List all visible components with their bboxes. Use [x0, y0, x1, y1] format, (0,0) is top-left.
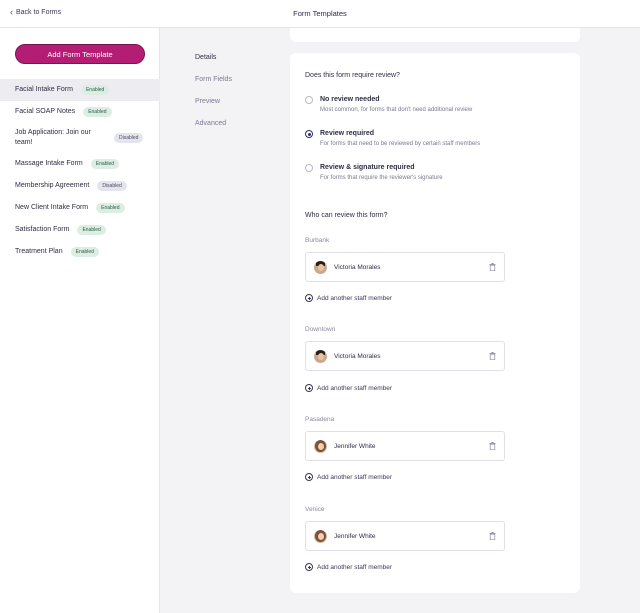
- avatar: [314, 350, 327, 363]
- status-badge: Enabled: [90, 159, 120, 169]
- option-description: For forms that require the reviewer's si…: [320, 175, 443, 181]
- sidebar-item-label: Treatment Plan: [15, 248, 63, 255]
- radio-review-signature[interactable]: [305, 164, 313, 172]
- add-staff-label: Add another staff member: [317, 294, 393, 302]
- sidebar-item-label: Facial SOAP Notes: [15, 108, 76, 115]
- add-staff-label: Add another staff member: [317, 563, 393, 571]
- sidebar-item-new-client-intake-form[interactable]: New Client Intake Form Enabled: [0, 197, 160, 219]
- sidebar-item-label: Satisfaction Form: [15, 226, 70, 233]
- who-can-review-question: Who can review this form?: [305, 212, 388, 219]
- option-title: Review & signature required: [320, 164, 415, 171]
- option-title: No review needed: [320, 96, 380, 103]
- add-staff-member-button[interactable]: Add another staff member: [305, 294, 392, 302]
- form-template-list: Facial Intake Form Enabled Facial SOAP N…: [0, 79, 160, 263]
- avatar: [314, 530, 327, 543]
- option-title: Review required: [320, 130, 375, 137]
- review-question: Does this form require review?: [305, 72, 400, 79]
- sidebar-item-facial-intake-form[interactable]: Facial Intake Form Enabled: [0, 79, 160, 101]
- location-label: Pasadena: [305, 416, 335, 423]
- status-badge: Enabled: [83, 107, 112, 117]
- staff-name: Victoria Morales: [334, 264, 381, 271]
- top-bar: ‹ Back to Forms Form Templates: [0, 0, 640, 28]
- status-badge: Disabled: [97, 181, 127, 191]
- staff-name: Jennifer White: [334, 443, 376, 450]
- sidebar-item-label: Massage Intake Form: [15, 160, 83, 167]
- tab-advanced[interactable]: Advanced: [195, 120, 232, 142]
- staff-reviewer-row: Jennifer White: [305, 431, 505, 461]
- tab-form-fields[interactable]: Form Fields: [195, 76, 232, 98]
- sidebar-item-massage-intake-form[interactable]: Massage Intake Form Enabled: [0, 153, 160, 175]
- previous-section-card: [290, 28, 580, 42]
- trash-icon[interactable]: [489, 532, 496, 540]
- status-badge: Enabled: [70, 247, 99, 257]
- add-staff-member-button[interactable]: Add another staff member: [305, 563, 392, 571]
- staff-name: Victoria Morales: [334, 353, 381, 360]
- status-badge: Enabled: [77, 225, 106, 235]
- location-label: Venice: [305, 506, 325, 513]
- plus-circle-icon: [305, 294, 313, 302]
- trash-icon[interactable]: [489, 442, 496, 450]
- sidebar-item-satisfaction-form[interactable]: Satisfaction Form Enabled: [0, 219, 160, 241]
- sidebar-item-label: Membership Agreement: [15, 182, 90, 189]
- staff-reviewer-row: Victoria Morales: [305, 252, 505, 282]
- add-staff-label: Add another staff member: [317, 473, 393, 481]
- staff-name: Jennifer White: [334, 533, 376, 540]
- sidebar: Add Form Template Facial Intake Form Ena…: [0, 28, 160, 613]
- trash-icon[interactable]: [489, 352, 496, 360]
- status-badge: Disabled: [114, 133, 144, 143]
- sidebar-item-label: Facial Intake Form: [15, 86, 73, 93]
- avatar: [314, 440, 327, 453]
- sidebar-item-label: Job Application: Join our team!: [15, 129, 91, 146]
- status-badge: Enabled: [80, 85, 110, 95]
- staff-reviewer-row: Jennifer White: [305, 521, 505, 551]
- add-staff-member-button[interactable]: Add another staff member: [305, 473, 392, 481]
- location-label: Downtown: [305, 326, 336, 333]
- sidebar-item-facial-soap-notes[interactable]: Facial SOAP Notes Enabled: [0, 101, 160, 123]
- sidebar-item-treatment-plan[interactable]: Treatment Plan Enabled: [0, 241, 160, 263]
- avatar: [314, 261, 327, 274]
- add-staff-label: Add another staff member: [317, 384, 393, 392]
- plus-circle-icon: [305, 473, 313, 481]
- add-staff-member-button[interactable]: Add another staff member: [305, 384, 392, 392]
- tab-details[interactable]: Details: [195, 54, 232, 76]
- plus-circle-icon: [305, 563, 313, 571]
- page-title: Form Templates: [293, 9, 347, 18]
- form-sub-nav: Details Form Fields Preview Advanced: [195, 54, 232, 142]
- sidebar-item-job-application[interactable]: Job Application: Join our team! Disabled: [0, 123, 160, 153]
- status-badge: Enabled: [96, 203, 125, 213]
- trash-icon[interactable]: [489, 263, 496, 271]
- option-description: Most common, for forms that don't need a…: [320, 107, 473, 113]
- tab-preview[interactable]: Preview: [195, 98, 232, 120]
- plus-circle-icon: [305, 384, 313, 392]
- location-label: Burbank: [305, 237, 330, 244]
- add-form-template-button[interactable]: Add Form Template: [15, 44, 145, 64]
- radio-no-review[interactable]: [305, 96, 313, 104]
- staff-reviewer-row: Victoria Morales: [305, 341, 505, 371]
- option-description: For forms that need to be reviewed by ce…: [320, 141, 481, 147]
- sidebar-item-membership-agreement[interactable]: Membership Agreement Disabled: [0, 175, 160, 197]
- radio-review-required[interactable]: [305, 130, 313, 138]
- sidebar-item-label: New Client Intake Form: [15, 204, 89, 211]
